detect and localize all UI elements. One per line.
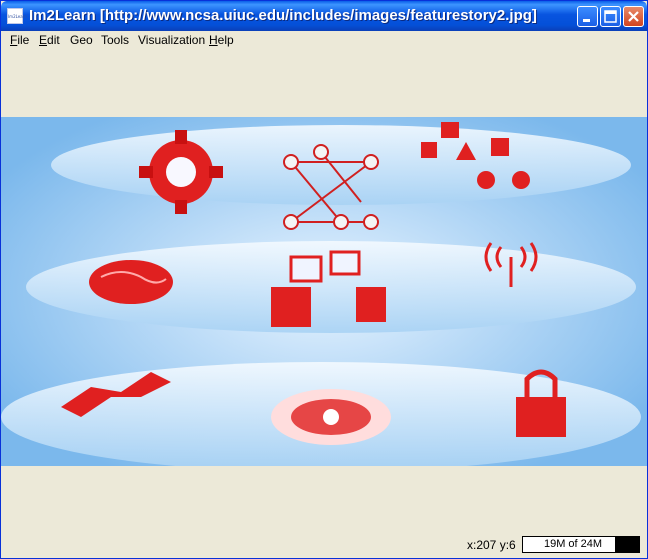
memory-indicator: 19M of 24M (522, 536, 640, 553)
radial-icon (271, 389, 391, 445)
image-canvas[interactable] (1, 50, 647, 530)
minimize-icon (583, 19, 590, 22)
maximize-icon (604, 10, 617, 23)
application-window: Im2Learn Im2Learn [http://www.ncsa.uiuc.… (0, 0, 648, 559)
maximize-button[interactable] (600, 6, 621, 27)
minimize-button[interactable] (577, 6, 598, 27)
menu-geo[interactable]: Geo (70, 33, 93, 47)
app-icon[interactable]: Im2Learn (7, 8, 27, 24)
app-icon-text: Im2Learn (8, 14, 27, 19)
menu-file[interactable]: File (10, 33, 29, 47)
menu-help[interactable]: Help (209, 33, 234, 47)
memory-label: 19M of 24M (543, 538, 603, 550)
feature-image-graphic (1, 117, 647, 466)
brain-icon (89, 260, 173, 304)
shelf-disc-top (51, 125, 631, 205)
menu-visualization[interactable]: Visualization (138, 33, 205, 47)
close-button[interactable] (623, 6, 644, 27)
cursor-coordinates: x:207 y:6 (467, 538, 516, 552)
loaded-image[interactable] (1, 117, 647, 466)
status-bar: x:207 y:6 19M of 24M (1, 530, 647, 558)
close-icon (628, 11, 639, 22)
menu-edit[interactable]: Edit (39, 33, 60, 47)
menu-tools[interactable]: Tools (101, 33, 129, 47)
window-title: Im2Learn [http://www.ncsa.uiuc.edu/inclu… (29, 7, 537, 24)
title-bar[interactable]: Im2Learn Im2Learn [http://www.ncsa.uiuc.… (1, 1, 647, 31)
menu-bar: File Edit Geo Tools Visualization Help (1, 31, 647, 50)
